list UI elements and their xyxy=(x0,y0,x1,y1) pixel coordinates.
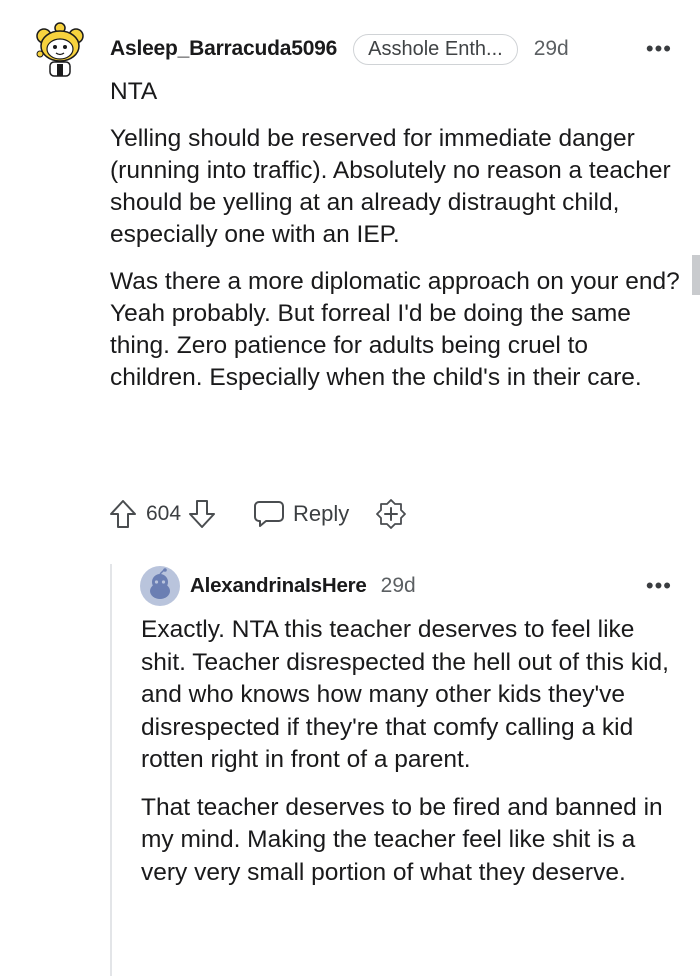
comment-paragraph: Yelling should be reserved for immediate… xyxy=(110,125,671,248)
comment-paragraph: NTA xyxy=(110,78,158,105)
reply-paragraph: That teacher deserves to be fired and ba… xyxy=(141,793,663,886)
comment-paragraph: Was there a more diplomatic approach on … xyxy=(110,268,680,391)
reply-timestamp[interactable]: 29d xyxy=(381,574,416,598)
speech-bubble-icon xyxy=(254,501,285,527)
user-flair-badge: Asshole Enth... xyxy=(353,33,518,65)
reply-user-avatar[interactable] xyxy=(140,566,180,606)
reply-body: Exactly. NTA this teacher deserves to fe… xyxy=(141,614,683,904)
scrollbar-thumb[interactable] xyxy=(692,255,700,295)
reply-header: AlexandrinaIsHere 29d ••• xyxy=(190,568,672,604)
upvote-arrow-icon[interactable] xyxy=(108,498,138,530)
reply-button[interactable]: Reply xyxy=(253,499,349,529)
comment-timestamp[interactable]: 29d xyxy=(534,37,569,61)
vote-score: 604 xyxy=(146,502,182,525)
reply-username[interactable]: AlexandrinaIsHere xyxy=(190,574,367,598)
comment-header: Asleep_Barracuda5096 Asshole Enth... 29d… xyxy=(110,30,672,68)
reply-paragraph: Exactly. NTA this teacher deserves to fe… xyxy=(141,616,669,773)
comment-action-bar: 604 Reply xyxy=(108,494,407,534)
default-snoo-avatar-icon xyxy=(140,566,180,606)
comment-thread: Asleep_Barracuda5096 Asshole Enth... 29d… xyxy=(0,0,700,976)
comment-username[interactable]: Asleep_Barracuda5096 xyxy=(110,37,337,61)
reply-more-options-button[interactable]: ••• xyxy=(646,575,672,597)
user-avatar[interactable] xyxy=(34,22,86,80)
comment-more-options-button[interactable]: ••• xyxy=(646,38,672,60)
award-plus-icon[interactable] xyxy=(375,498,407,530)
snoo-avatar-icon xyxy=(36,22,84,77)
downvote-arrow-icon[interactable] xyxy=(187,498,217,530)
comment-body: NTA Yelling should be reserved for immed… xyxy=(110,76,682,409)
thread-collapse-line[interactable] xyxy=(110,564,112,976)
reply-button-label: Reply xyxy=(293,501,350,526)
